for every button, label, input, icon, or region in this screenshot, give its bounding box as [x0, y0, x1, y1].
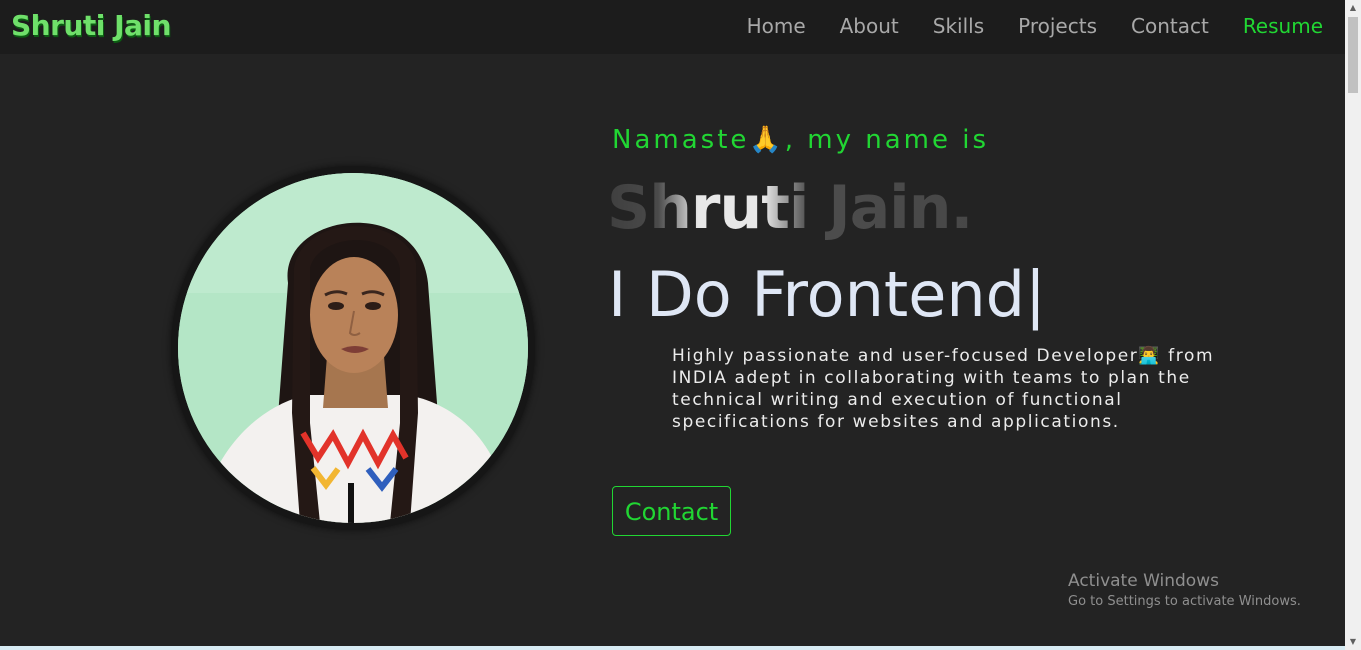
brand-logo[interactable]: Shruti Jain: [11, 8, 171, 44]
nav-skills[interactable]: Skills: [933, 12, 984, 40]
watermark-subtitle: Go to Settings to activate Windows.: [1068, 594, 1301, 609]
portfolio-page: Shruti Jain Home About Skills Projects C…: [0, 0, 1345, 650]
hero-name: Shruti Jain.: [607, 173, 973, 243]
nav-contact[interactable]: Contact: [1131, 12, 1209, 40]
navbar: Shruti Jain Home About Skills Projects C…: [0, 0, 1345, 54]
nav-links: Home About Skills Projects Contact Resum…: [747, 12, 1323, 40]
bottom-strip: [0, 646, 1345, 650]
watermark-title: Activate Windows: [1068, 571, 1219, 591]
nav-about[interactable]: About: [840, 12, 899, 40]
profile-photo: [178, 173, 528, 523]
vertical-scrollbar[interactable]: ▲ ▼: [1345, 0, 1361, 650]
hero-description: Highly passionate and user-focused Devel…: [672, 346, 1215, 432]
profile-photo-illustration: [178, 173, 528, 523]
scroll-thumb[interactable]: [1348, 17, 1358, 93]
hero-tagline: I Do Frontend|: [608, 258, 1046, 331]
scroll-down-arrow-icon[interactable]: ▼: [1345, 634, 1361, 650]
nav-resume[interactable]: Resume: [1243, 12, 1323, 40]
nav-projects[interactable]: Projects: [1018, 12, 1097, 40]
scroll-up-arrow-icon[interactable]: ▲: [1345, 0, 1361, 16]
hero-greeting: Namaste🙏, my name is: [612, 125, 990, 155]
activate-windows-watermark: Activate Windows Go to Settings to activ…: [1068, 570, 1301, 612]
contact-button[interactable]: Contact: [612, 486, 731, 536]
avatar-frame: [171, 166, 535, 530]
nav-home[interactable]: Home: [747, 12, 806, 40]
